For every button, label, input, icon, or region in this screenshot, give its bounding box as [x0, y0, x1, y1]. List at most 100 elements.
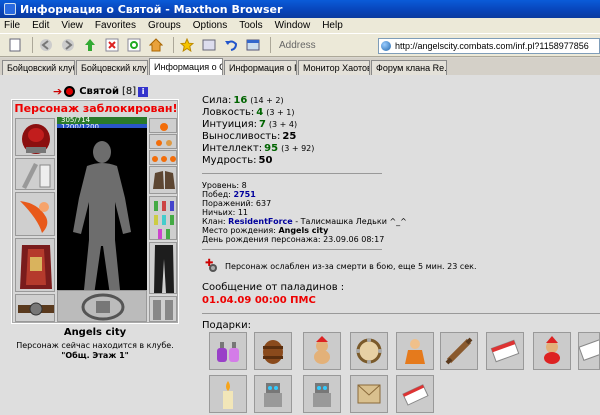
boots-slot[interactable]: [149, 296, 177, 322]
toolbar-separator: [270, 37, 271, 53]
undo-icon[interactable]: [222, 37, 240, 53]
candle-icon[interactable]: [209, 375, 247, 413]
clan-link[interactable]: ResidentForce: [228, 217, 293, 226]
scroll-icon[interactable]: [396, 375, 434, 413]
toolbar: Address http://angelscity.combats.com/in…: [0, 33, 600, 57]
menu-view[interactable]: View: [61, 20, 83, 31]
refresh-icon[interactable]: [125, 37, 143, 53]
gift-card-icon[interactable]: [486, 332, 524, 370]
menu-tools[interactable]: Tools: [239, 20, 262, 31]
tab-list-icon[interactable]: [244, 37, 262, 53]
city-name: Angels city: [63, 327, 127, 338]
barrel-icon[interactable]: [254, 332, 292, 370]
address-url[interactable]: http://angelscity.combats.com/inf.pl?115…: [395, 41, 589, 51]
info-birthday: День рождения персонажа: 23.09.06 08:17: [202, 235, 385, 244]
weakness-notice: Персонаж ослаблен из-за смерти в бою, ещ…: [205, 258, 477, 273]
gloves-slot[interactable]: [149, 166, 177, 194]
stat-wisdom: Мудрость: 50: [202, 155, 273, 166]
forward-icon[interactable]: [59, 37, 77, 53]
info-wins: Побед: 2751: [202, 190, 256, 199]
doll-icon[interactable]: [396, 332, 434, 370]
teddy-bear-santa-icon[interactable]: [533, 332, 571, 370]
address-label: Address: [279, 39, 316, 51]
room-name: "Общ. Этаж 1": [61, 351, 129, 360]
blocked-label: Персонаж заблокирован!: [14, 102, 178, 115]
potion-icon[interactable]: [209, 332, 247, 370]
paladin-message-value: 01.04.09 00:00 ПМС: [202, 295, 316, 306]
home-icon[interactable]: [147, 37, 165, 53]
screen-capture-icon[interactable]: [200, 37, 218, 53]
pants-slot[interactable]: [149, 242, 177, 294]
helmet-slot[interactable]: [15, 118, 55, 156]
rings-slot[interactable]: [149, 150, 177, 165]
gift-card-icon[interactable]: [578, 332, 600, 370]
toolbar-separator: [32, 37, 33, 53]
tab-chaos-monitor[interactable]: Монитор Хаотов: [298, 60, 370, 75]
menu-favorites[interactable]: Favorites: [95, 20, 136, 31]
menu-help[interactable]: Help: [322, 20, 343, 31]
toolbar-separator: [173, 37, 174, 53]
divider: [202, 313, 600, 314]
info-badge-icon[interactable]: i: [138, 86, 149, 97]
page-content: ➔ Святой [8] i Персонаж заблокирован! 30…: [0, 75, 600, 415]
character-name: Святой: [79, 86, 119, 97]
menu-bar: File Edit View Favorites Groups Options …: [0, 18, 600, 33]
tab-fight-club-1[interactable]: Бойцовский клуб: [2, 60, 75, 75]
gifts-heading: Подарки:: [202, 320, 251, 331]
weapon-slot[interactable]: [15, 158, 55, 190]
menu-groups[interactable]: Groups: [148, 20, 181, 31]
teddy-bear-icon[interactable]: [303, 332, 341, 370]
tab-info-svyatoy[interactable]: Информация о С...: [149, 58, 223, 75]
stat-agility: Ловкость: 4 (3 + 1): [202, 107, 295, 118]
arrow-icon: ➔: [53, 85, 63, 98]
tab-bar: Бойцовский клуб Бойцовский клуб Информац…: [0, 58, 600, 75]
info-draws: Ничьих: 11: [202, 208, 249, 217]
blocked-mark-icon: [64, 86, 76, 97]
favorites-star-icon[interactable]: [178, 37, 196, 53]
robot-icon[interactable]: [254, 375, 292, 413]
stat-intellect: Интеллект: 95 (3 + 92): [202, 143, 315, 154]
tab-clan-forum[interactable]: Форум клана Re...: [371, 60, 447, 75]
location-text: Персонаж сейчас находится в клубе.: [16, 341, 174, 350]
injury-icon: [205, 258, 219, 273]
divider: [202, 249, 382, 250]
menu-file[interactable]: File: [4, 20, 20, 31]
weakness-text: Персонаж ослаблен из-за смерти в бою, ещ…: [225, 261, 477, 271]
title-bar: Информация о Святой - Maxthon Browser: [0, 0, 600, 18]
letter-icon[interactable]: [350, 375, 388, 413]
character-info: Уровень: 8 Побед: 2751 Поражений: 637 Ни…: [202, 181, 407, 244]
menu-options[interactable]: Options: [193, 20, 227, 31]
rolling-pin-icon[interactable]: [440, 332, 478, 370]
fire-weapon-slot[interactable]: [15, 192, 55, 236]
divider: [202, 173, 382, 174]
maxthon-logo-icon: [4, 3, 16, 15]
tab-fight-club-2[interactable]: Бойцовский клуб: [76, 60, 148, 75]
tab-info-p[interactable]: Информация о П...: [224, 60, 297, 75]
address-bar[interactable]: http://angelscity.combats.com/inf.pl?115…: [378, 38, 600, 54]
scrolls-slot[interactable]: [149, 196, 177, 240]
equipment-panel: Персонаж заблокирован! 305/714 1200/1200: [11, 99, 179, 324]
tambourine-icon[interactable]: [350, 332, 388, 370]
stop-icon[interactable]: [103, 37, 121, 53]
clan-emblem: [57, 290, 147, 322]
stat-strength: Сила: 16 (14 + 2): [202, 95, 284, 106]
robot-icon[interactable]: [303, 375, 341, 413]
info-birthplace: Место рождения: Angels city: [202, 226, 329, 235]
info-losses: Поражений: 637: [202, 199, 272, 208]
paladin-message-heading: Сообщение от паладинов :: [202, 282, 345, 293]
stat-intuition: Интуиция: 7 (3 + 4): [202, 119, 298, 130]
globe-icon: [381, 41, 391, 51]
earring-slot[interactable]: [149, 118, 177, 133]
stats-list: Сила: 16 (14 + 2) Ловкость: 4 (3 + 1) Интуиц…: [202, 95, 314, 167]
menu-edit[interactable]: Edit: [32, 20, 49, 31]
back-icon[interactable]: [37, 37, 55, 53]
armor-slot[interactable]: [15, 238, 55, 292]
new-page-icon[interactable]: [6, 37, 24, 53]
belt-slot[interactable]: [15, 294, 55, 322]
menu-window[interactable]: Window: [275, 20, 311, 31]
window-title: Информация о Святой - Maxthon Browser: [20, 2, 283, 16]
character-level: [8]: [121, 86, 137, 97]
character-header: ➔ Святой [8] i: [53, 85, 149, 98]
amulet-slot[interactable]: [149, 134, 177, 149]
go-up-icon[interactable]: [81, 37, 99, 53]
